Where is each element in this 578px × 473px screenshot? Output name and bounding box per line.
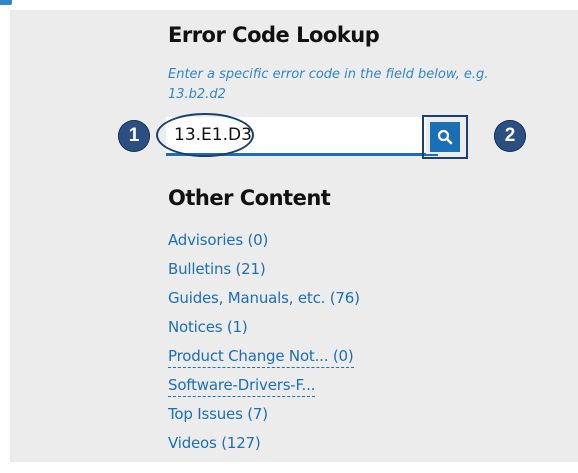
link-bulletins[interactable]: Bulletins (21) — [168, 260, 266, 278]
list-item: Software-Drivers-F... — [168, 373, 360, 402]
link-advisories[interactable]: Advisories (0) — [168, 231, 268, 249]
link-guides-manuals[interactable]: Guides, Manuals, etc. (76) — [168, 289, 360, 307]
list-item: Videos (127) — [168, 431, 360, 460]
error-code-search-row: 1 2 — [10, 113, 578, 160]
list-item: Top Issues (7) — [168, 402, 360, 431]
callout-badge-2: 2 — [494, 120, 526, 152]
error-code-lookup-title: Error Code Lookup — [168, 23, 380, 47]
error-code-input[interactable] — [166, 117, 426, 155]
page-top-strip — [0, 0, 578, 10]
list-item: Bulletins (21) — [168, 257, 360, 286]
search-button[interactable] — [430, 122, 460, 152]
other-content-title: Other Content — [168, 186, 331, 210]
input-underline — [166, 154, 438, 156]
other-content-list: Advisories (0) Bulletins (21) Guides, Ma… — [168, 228, 360, 460]
callout-badge-1: 1 — [118, 120, 150, 152]
link-top-issues[interactable]: Top Issues (7) — [168, 405, 268, 423]
top-strip-accent — [0, 0, 12, 5]
link-notices[interactable]: Notices (1) — [168, 318, 248, 336]
list-item: Guides, Manuals, etc. (76) — [168, 286, 360, 315]
list-item: Notices (1) — [168, 315, 360, 344]
error-lookup-panel: Error Code Lookup Enter a specific error… — [10, 10, 578, 462]
link-software-drivers[interactable]: Software-Drivers-F... — [168, 376, 315, 397]
list-item: Product Change Not... (0) — [168, 344, 360, 373]
search-icon — [437, 129, 453, 145]
link-product-change-notices[interactable]: Product Change Not... (0) — [168, 347, 354, 368]
link-videos[interactable]: Videos (127) — [168, 434, 261, 452]
list-item: Advisories (0) — [168, 228, 360, 257]
error-code-hint: Enter a specific error code in the field… — [168, 67, 489, 102]
